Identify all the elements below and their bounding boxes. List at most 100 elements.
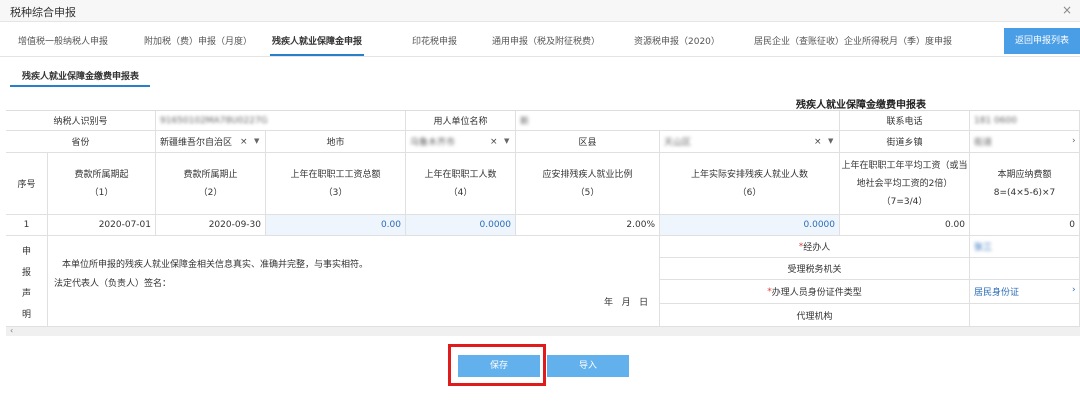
subtab-label: 残疾人就业保障金缴费申报表 (22, 72, 140, 82)
district-value: 天山区 (664, 138, 692, 148)
signature-label: 法定代表人（负责人）签名： (54, 279, 172, 289)
col-header-line: 上年在职职工年平均工资（或当 (841, 160, 968, 171)
period-start-field[interactable]: 2020-07-01 (48, 215, 156, 236)
city-select[interactable]: 乌鲁木齐市 × ▼ (406, 131, 516, 153)
declaration-statement: 本单位所申报的残疾人就业保障金相关信息真实、准确并完整，与事实相符。 (62, 260, 369, 270)
side-char: 申 (22, 247, 32, 257)
col-avg-wage-header: 上年在职职工年平均工资（或当 地社会平均工资的2倍） （7=3/4） (840, 153, 970, 215)
clear-icon[interactable]: × (240, 137, 248, 147)
tab-surcharge[interactable]: 附加税（费）申报（月度） (144, 34, 252, 47)
col-header-line: 本期应纳费额 (997, 169, 1052, 180)
tax-office-label: 受理税务机关 (660, 258, 970, 280)
col-header-index: （5） (575, 187, 600, 198)
col-header-label: 应安排残疾人就业比例 (542, 169, 633, 180)
employer-name-value: 新 (520, 117, 530, 127)
col-period-start-header: 费款所属期起 （1） (48, 153, 156, 215)
col-seq-header: 序号 (6, 153, 48, 215)
col-header-index: （1） (89, 187, 114, 198)
title-bar: 税种综合申报 × (0, 0, 1080, 22)
col-header-index: （7=3/4） (881, 196, 928, 207)
declaration-form-grid: 纳税人识别号 91650102MA78U0227G 用人单位名称 新 联系电话 … (6, 110, 1080, 327)
col-header-line: 8=(4×5-6)×7 (993, 187, 1056, 198)
district-label: 区县 (516, 131, 660, 153)
id-type-value: 居民身份证 (974, 288, 1020, 298)
tab-vat[interactable]: 增值税一般纳税人申报 (18, 34, 108, 47)
city-label: 地市 (266, 131, 406, 153)
tab-stamp-tax[interactable]: 印花税申报 (412, 34, 457, 47)
street-label: 街道乡镇 (840, 131, 970, 153)
wage-total-input[interactable]: 0.00 (266, 215, 406, 236)
col-header-label: 费款所属期止 (183, 169, 238, 180)
close-icon[interactable]: × (1062, 3, 1072, 17)
tab-corporate-income-tax[interactable]: 居民企业（查账征收）企业所得税月（季）度申报 (754, 34, 952, 47)
street-select[interactable]: 街道 › (970, 131, 1080, 153)
chevron-down-icon[interactable]: ▼ (504, 137, 509, 145)
district-select[interactable]: 天山区 × ▼ (660, 131, 840, 153)
avg-wage-value: 0.00 (840, 215, 970, 236)
taxpayer-id-value: 91650102MA78U0227G (160, 115, 268, 126)
tax-office-field[interactable] (970, 258, 1080, 280)
return-to-list-button[interactable]: 返回申报列表 (1004, 28, 1080, 54)
street-value: 街道 (974, 138, 993, 148)
phone-field[interactable]: 181 0600 (970, 111, 1080, 131)
staff-count-input[interactable]: 0.0000 (406, 215, 516, 236)
save-highlight-box (448, 344, 546, 386)
period-end-field[interactable]: 2020-09-30 (156, 215, 266, 236)
chevron-right-icon[interactable]: › (1072, 136, 1076, 146)
side-char: 明 (22, 310, 32, 320)
col-header-index: （6） (737, 187, 762, 198)
id-type-label-text: 办理人员身份证件类型 (771, 288, 862, 298)
handler-input[interactable]: 张三 (970, 236, 1080, 258)
col-header-label: 上年实际安排残疾人就业人数 (690, 169, 808, 180)
disabled-count-input[interactable]: 0.0000 (660, 215, 840, 236)
id-type-label: * 办理人员身份证件类型 (660, 280, 970, 304)
col-header-label: 费款所属期起 (74, 169, 129, 180)
col-header-index: （4） (448, 187, 473, 198)
side-char: 声 (22, 289, 32, 299)
declaration-body: 本单位所申报的残疾人就业保障金相关信息真实、准确并完整，与事实相符。 法定代表人… (48, 236, 660, 327)
city-value: 乌鲁木齐市 (410, 138, 456, 148)
clear-icon[interactable]: × (814, 137, 822, 147)
col-wage-total-header: 上年在职职工工资总额 （3） (266, 153, 406, 215)
declaration-side-label: 申 报 声 明 (6, 236, 48, 327)
row-seq: 1 (6, 215, 48, 236)
window-title: 税种综合申报 (10, 6, 76, 19)
province-select[interactable]: 新疆维吾尔自治区 × ▼ (156, 131, 266, 153)
tab-disability-fund[interactable]: 残疾人就业保障金申报 (269, 34, 365, 56)
employer-name-label: 用人单位名称 (406, 111, 516, 131)
col-period-end-header: 费款所属期止 （2） (156, 153, 266, 215)
declaration-date: 年 月 日 (604, 298, 649, 308)
col-disabled-count-header: 上年实际安排残疾人就业人数 （6） (660, 153, 840, 215)
col-header-index: （3） (323, 187, 348, 198)
col-payable-header: 本期应纳费额 8=(4×5-6)×7 (970, 153, 1080, 215)
horizontal-scrollbar[interactable]: ‹ (6, 326, 1080, 336)
clear-icon[interactable]: × (490, 137, 498, 147)
agency-field[interactable] (970, 304, 1080, 327)
phone-value: 181 0600 (974, 115, 1017, 126)
id-type-select[interactable]: 居民身份证 › (970, 280, 1080, 304)
chevron-down-icon[interactable]: ▼ (254, 137, 259, 145)
side-char: 报 (22, 268, 32, 278)
handler-label-text: 经办人 (803, 243, 831, 253)
import-button[interactable]: 导入 (547, 355, 629, 377)
subtab-disability-fund-form[interactable]: 残疾人就业保障金缴费申报表 (10, 65, 150, 87)
agency-label: 代理机构 (660, 304, 970, 327)
handler-value: 张三 (974, 243, 993, 253)
chevron-down-icon[interactable]: ▼ (828, 137, 833, 145)
taxpayer-id-field: 91650102MA78U0227G (156, 111, 406, 131)
payable-value: 0 (970, 215, 1080, 236)
col-header-label: 上年在职职工人数 (424, 169, 497, 180)
ratio-value: 2.00% (516, 215, 660, 236)
col-header-label: 上年在职职工工资总额 (290, 169, 381, 180)
tab-bar: 增值税一般纳税人申报 附加税（费）申报（月度） 残疾人就业保障金申报 印花税申报… (0, 25, 1080, 57)
form-title: 残疾人就业保障金缴费申报表 (796, 100, 926, 111)
col-staff-count-header: 上年在职职工人数 （4） (406, 153, 516, 215)
province-label: 省份 (6, 131, 156, 153)
phone-label: 联系电话 (840, 111, 970, 131)
taxpayer-id-label: 纳税人识别号 (6, 111, 156, 131)
tab-resource-tax[interactable]: 资源税申报（2020） (634, 34, 720, 47)
chevron-right-icon[interactable]: › (1072, 285, 1076, 295)
handler-label: * 经办人 (660, 236, 970, 258)
scroll-left-icon[interactable]: ‹ (10, 326, 13, 335)
tab-general-declaration[interactable]: 通用申报（税及附征税费） (492, 34, 600, 47)
